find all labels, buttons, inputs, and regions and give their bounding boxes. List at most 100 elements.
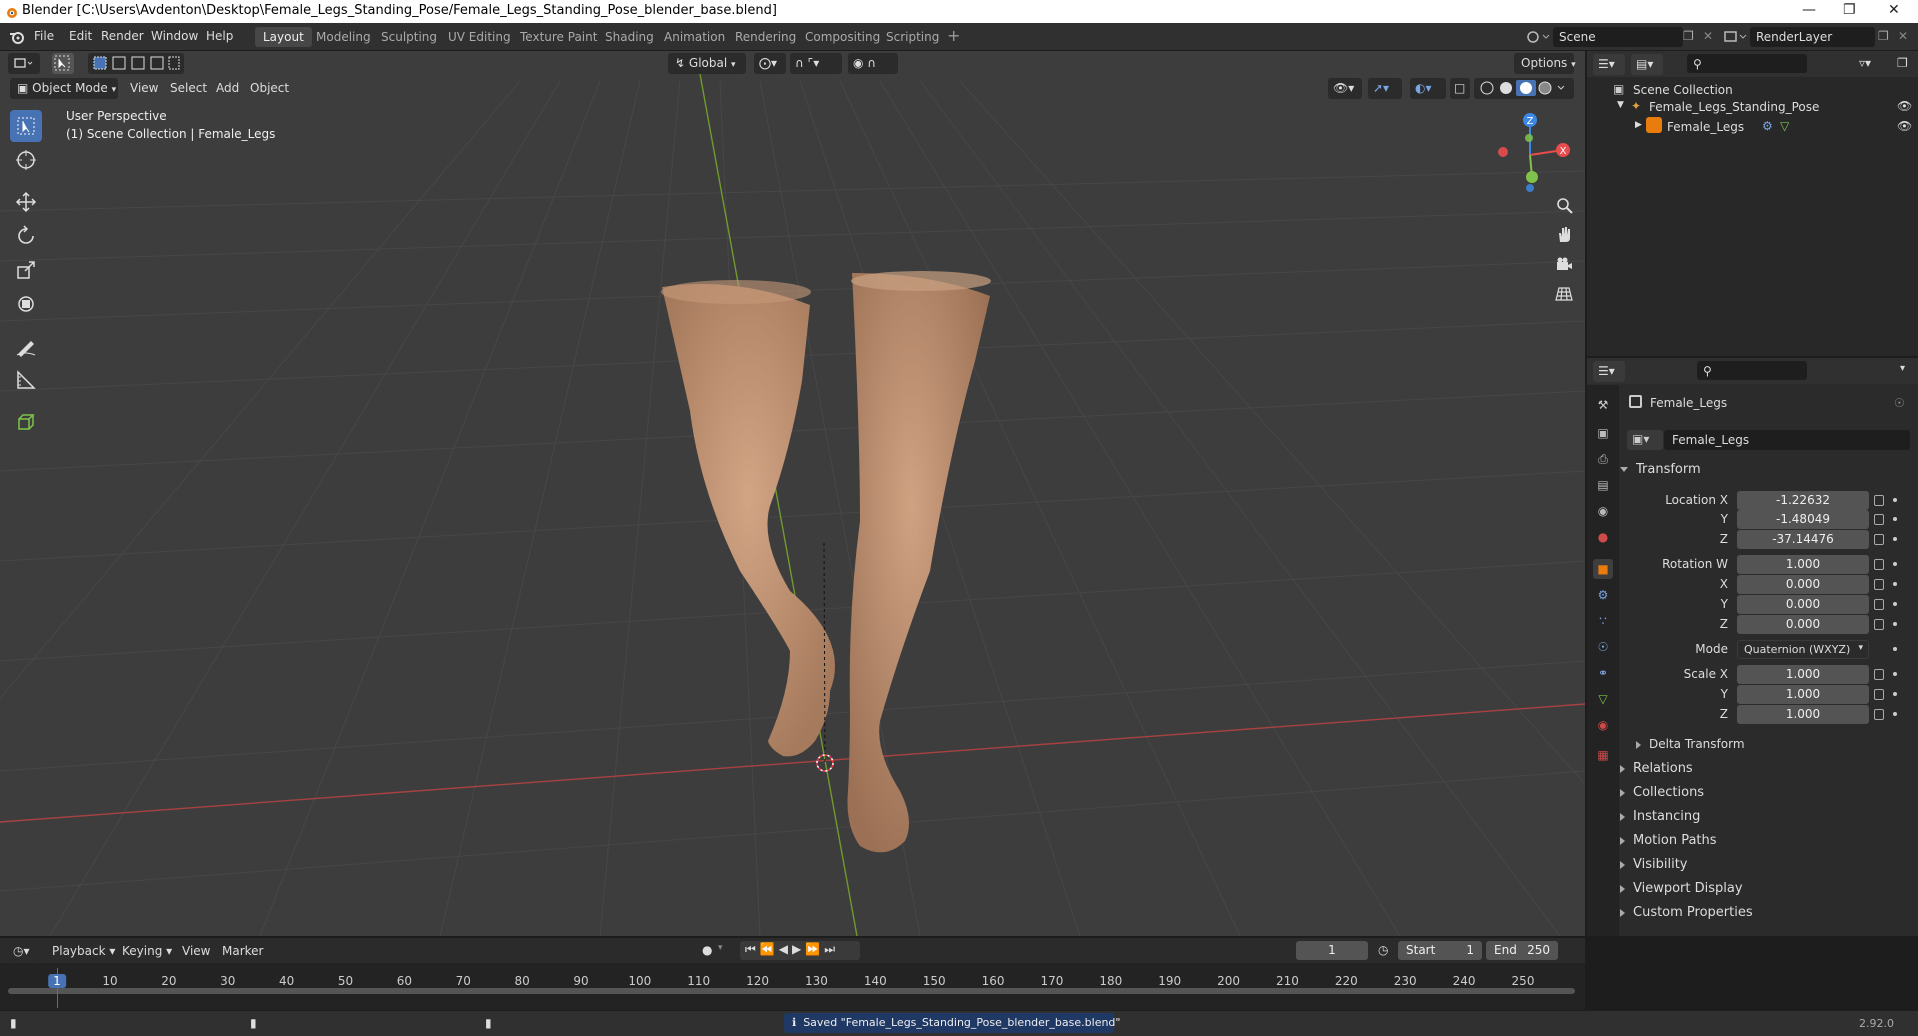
tool-select-box[interactable] [10,110,42,142]
panel-collections[interactable]: Collections [1620,785,1704,800]
blender-menu-icon[interactable] [9,29,25,45]
pan-button[interactable] [1551,221,1577,247]
rotation-y-field[interactable]: 0.000 [1737,595,1869,614]
outliner-item-female-legs-standing-pose[interactable]: Female_Legs_Standing_Pose [1649,100,1819,114]
lock-icon[interactable] [1874,619,1884,630]
scale-x-field[interactable]: 1.000 [1737,665,1869,684]
options-dropdown[interactable]: Options ▾ [1514,53,1576,74]
tool-add-cube[interactable] [10,406,42,438]
preview-range-icon[interactable]: ◷ [1378,943,1388,957]
outliner-scene-collection[interactable]: Scene Collection [1633,83,1733,97]
viewport-menu-view[interactable]: View [130,81,158,95]
lock-icon[interactable] [1874,709,1884,720]
record-icon[interactable]: ● [702,943,712,957]
outliner[interactable]: ☰▾ ▤▾ ⚲ ▿▾ ❐ ▣ Scene Collection ▼ ✦ Fema… [1587,51,1918,356]
location-x-field[interactable]: -1.22632 [1737,491,1869,510]
tool-rotate[interactable] [10,220,42,252]
menu-render[interactable]: Render [101,29,144,43]
xray-toggle[interactable]: □ [1450,78,1470,99]
tool-cursor[interactable] [10,144,42,176]
lock-icon[interactable] [1874,689,1884,700]
tab-constraints-icon[interactable]: ⚭ [1593,663,1613,683]
panel-relations[interactable]: Relations [1620,761,1693,776]
playback-controls[interactable]: ⏮⏪◀▶⏩⏭ [740,941,860,960]
timeline[interactable]: ◷▾ Playback ▾ Keying ▾ View Marker ● ▾ ⏮… [0,938,1585,1010]
tab-particles-icon[interactable]: ∵ [1593,611,1613,631]
new-collection-icon[interactable]: ❐ [1897,56,1908,70]
camera-view-button[interactable] [1551,251,1577,277]
jump-start-icon[interactable]: ⏮ [745,942,760,956]
viewport-menu-object[interactable]: Object [250,81,289,95]
close-icon[interactable]: ✕ [1888,2,1900,18]
record-options-icon[interactable]: ▾ [718,943,723,953]
display-mode-dropdown[interactable]: ▤▾ [1631,54,1663,75]
transform-orientation-dropdown[interactable]: ↯ Global ▾ [668,53,746,74]
minimize-icon[interactable]: — [1802,2,1816,18]
object-browse-button[interactable]: ▣▾ [1627,430,1663,450]
timeline-menu-keying[interactable]: Keying ▾ [122,944,172,958]
tab-material-icon[interactable]: ◉ [1593,715,1613,735]
proportional-edit-toggle[interactable]: ◉ ∩ [848,53,898,74]
overlays-toggle[interactable]: ◐▾ [1410,78,1446,99]
lock-icon[interactable] [1874,559,1884,570]
outliner-item-female-legs[interactable]: Female_Legs [1667,120,1744,134]
frame-ruler[interactable]: 1 10 20 30 40 50 60 70 80 90 100 110 120 130 140 150 160… [0,963,1585,1010]
scale-z-field[interactable]: 1.000 [1737,705,1869,724]
tab-scripting[interactable]: Scripting [878,27,947,47]
tab-compositing[interactable]: Compositing [797,27,888,47]
panel-viewport-display[interactable]: Viewport Display [1620,881,1743,896]
tab-rendering[interactable]: Rendering [727,27,804,47]
selection-modes-group[interactable] [88,53,184,74]
keyframe-dot-icon[interactable] [1893,602,1897,606]
tab-animation[interactable]: Animation [656,27,733,47]
pin-icon[interactable]: ☉ [1894,396,1905,410]
tab-scene-icon[interactable]: ◉ [1593,501,1613,521]
new-scene-icon[interactable]: ❐ [1683,29,1694,43]
lock-icon[interactable] [1874,534,1884,545]
keyframe-dot-icon[interactable] [1893,692,1897,696]
keyframe-dot-icon[interactable] [1893,582,1897,586]
jump-end-icon[interactable]: ⏭ [824,942,839,956]
gizmo-y-axis[interactable] [1526,171,1538,183]
outliner-search-input[interactable]: ⚲ [1687,54,1807,73]
keyframe-dot-icon[interactable] [1893,622,1897,626]
visibility-eye-icon[interactable]: 👁 [1897,99,1912,113]
properties-search-input[interactable]: ⚲ [1697,361,1807,380]
lock-icon[interactable] [1874,495,1884,506]
tab-physics-icon[interactable]: ☉ [1593,637,1613,657]
tab-tool-icon[interactable]: ⚒ [1593,395,1613,415]
scene-name-field[interactable]: Scene [1553,27,1683,47]
keyframe-dot-icon[interactable] [1893,562,1897,566]
maximize-icon[interactable]: ❐ [1843,2,1856,18]
lock-icon[interactable] [1874,579,1884,590]
select-mode-button[interactable] [52,53,74,74]
rotation-w-field[interactable]: 1.000 [1737,555,1869,574]
tool-scale[interactable] [10,254,42,286]
view-layer-icon[interactable] [1722,28,1748,46]
timeline-menu-marker[interactable]: Marker [222,944,263,958]
menu-help[interactable]: Help [206,29,233,43]
tab-sculpting[interactable]: Sculpting [373,27,445,47]
viewport-menu-add[interactable]: Add [216,81,239,95]
expand-collection-icon[interactable]: ▼ [1617,100,1624,110]
lock-icon[interactable] [1874,599,1884,610]
panel-visibility[interactable]: Visibility [1620,857,1687,872]
delete-view-layer-icon[interactable]: ✕ [1898,29,1908,43]
tab-shading[interactable]: Shading [597,27,662,47]
tab-output-icon[interactable]: ⎙ [1593,449,1613,469]
timeline-menu-view[interactable]: View [182,944,210,958]
panel-instancing[interactable]: Instancing [1620,809,1700,824]
shading-modes-group[interactable] [1474,78,1574,99]
tab-view-layer-icon[interactable]: ▤ [1593,475,1613,495]
menu-edit[interactable]: Edit [69,29,92,43]
timeline-editor-type[interactable]: ◷▾ [8,941,40,962]
delete-scene-icon[interactable]: ✕ [1703,29,1713,43]
pivot-point-dropdown[interactable]: ⨀▾ [754,53,786,74]
snap-toggle[interactable]: ∩ ⌜▾ [790,53,842,74]
filter-icon[interactable]: ▿▾ [1859,56,1871,70]
end-frame-field[interactable]: End 250 [1486,941,1558,960]
navigation-gizmo[interactable]: Z X [1483,108,1578,203]
viewport-menu-select[interactable]: Select [170,81,207,95]
lock-icon[interactable] [1874,514,1884,525]
timeline-menu-playback[interactable]: Playback ▾ [52,944,115,958]
